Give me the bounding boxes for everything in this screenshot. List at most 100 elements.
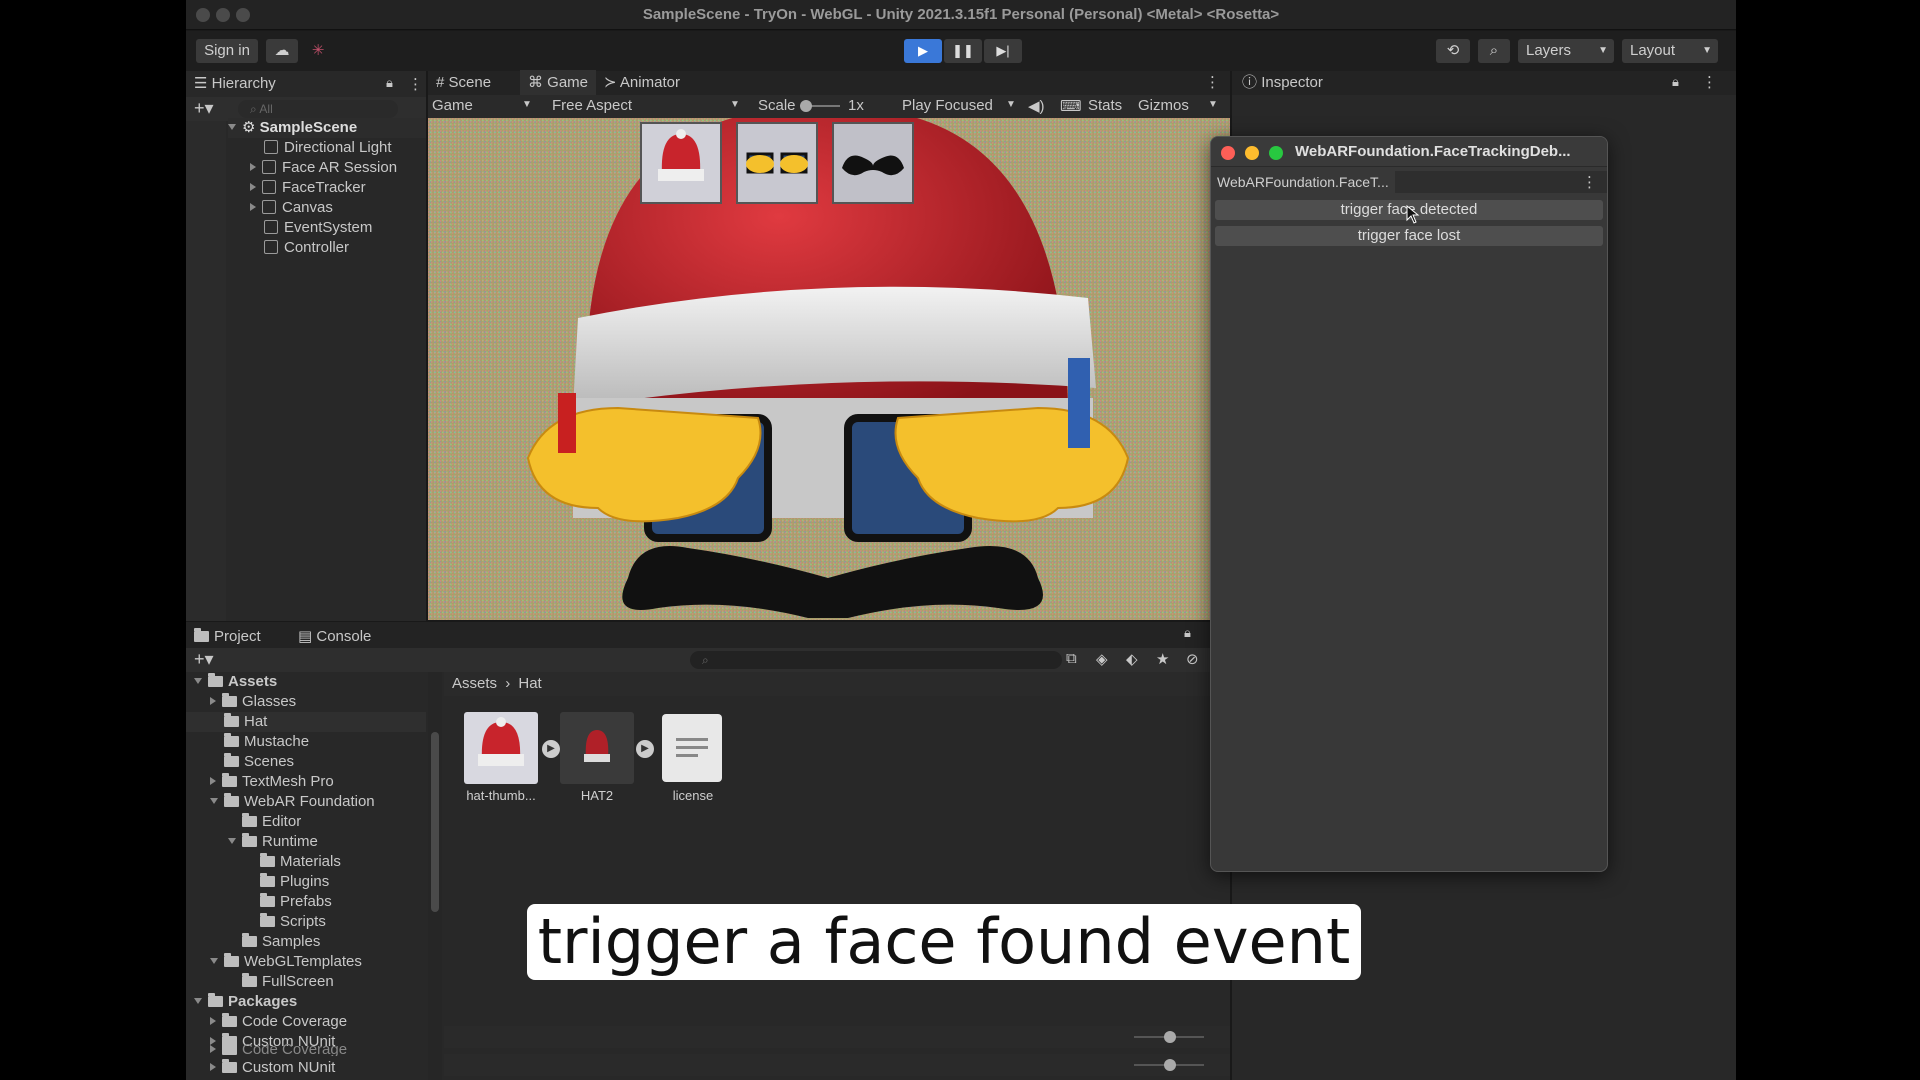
- tab-inspector[interactable]: ⓘ Inspector: [1242, 70, 1323, 96]
- folder-icon: [224, 753, 239, 767]
- more-icon[interactable]: ⋮: [1205, 73, 1220, 91]
- filter-label-icon[interactable]: ◈: [1096, 650, 1108, 668]
- tree-item-webar[interactable]: WebAR Foundation: [210, 792, 375, 812]
- dialog-tab[interactable]: WebARFoundation.FaceT...: [1211, 171, 1395, 193]
- play-preview-icon[interactable]: ▶: [636, 740, 654, 758]
- tree-item-plugins[interactable]: Plugins: [260, 872, 329, 892]
- display-dropdown[interactable]: Game: [432, 97, 473, 114]
- tab-hierarchy[interactable]: ☰ Hierarchy: [194, 71, 276, 97]
- pause-button[interactable]: ❚❚: [944, 39, 982, 63]
- tree-scrollbar-thumb[interactable]: [431, 732, 439, 912]
- game-view[interactable]: [428, 118, 1230, 620]
- tree-item-hat[interactable]: Hat: [186, 712, 426, 732]
- sign-in-button[interactable]: Sign in: [196, 39, 258, 63]
- tree-item-codecoverage[interactable]: Code Coverage: [210, 1012, 347, 1032]
- folder-icon: [224, 793, 239, 807]
- search-button[interactable]: ⌕: [1478, 39, 1510, 63]
- expand-icon: [210, 1017, 216, 1025]
- tree-item-mustache[interactable]: Mustache: [224, 732, 309, 752]
- layers-dropdown[interactable]: Layers ▼: [1518, 39, 1614, 63]
- tree-item-samples[interactable]: Samples: [242, 932, 320, 952]
- project-panel: Project ▤ Console 🔒︎ +▾ ⌕ ⧉ ◈ ⬖ ★ ⊘ Asse…: [186, 622, 1230, 1080]
- hat-thumbnail-button[interactable]: [640, 122, 722, 204]
- tab-scene[interactable]: # Scene: [436, 70, 491, 96]
- tab-console[interactable]: ▤ Console: [298, 624, 371, 650]
- hierarchy-search-input[interactable]: ⌕ All: [238, 100, 398, 118]
- list-item[interactable]: FaceTracker: [250, 178, 366, 198]
- expand-icon: [228, 124, 236, 130]
- filter-type-icon[interactable]: ⧉: [1066, 650, 1077, 667]
- list-item[interactable]: Face AR Session: [250, 158, 397, 178]
- tree-item-editor[interactable]: Editor: [242, 812, 301, 832]
- layout-dropdown[interactable]: Layout ▼: [1622, 39, 1718, 63]
- hidden-icon[interactable]: ⊘: [1186, 650, 1199, 668]
- zoom-slider-handle[interactable]: [1164, 1031, 1176, 1043]
- trigger-face-lost-button[interactable]: trigger face lost: [1215, 226, 1603, 246]
- tree-item-webgltemplates[interactable]: WebGLTemplates: [210, 952, 362, 972]
- breadcrumb-hat[interactable]: Hat: [518, 675, 541, 692]
- list-item[interactable]: Controller: [264, 238, 349, 258]
- asset-hat2[interactable]: [560, 712, 634, 784]
- more-icon[interactable]: ⋮: [1702, 73, 1717, 91]
- glasses-thumbnail-button[interactable]: [736, 122, 818, 204]
- item-label: Directional Light: [284, 139, 392, 156]
- layers-label: Layers: [1526, 42, 1572, 59]
- tree-item-textmesh[interactable]: TextMesh Pro: [210, 772, 334, 792]
- project-search-input[interactable]: ⌕: [690, 651, 1062, 669]
- tree-label: Packages: [228, 993, 298, 1010]
- lock-icon[interactable]: 🔒︎: [1184, 625, 1191, 641]
- history-button[interactable]: ⟲: [1436, 39, 1470, 63]
- list-item[interactable]: Canvas: [250, 198, 333, 218]
- tab-animator[interactable]: ≻ Animator: [604, 70, 680, 96]
- zoom-window-button[interactable]: [1269, 146, 1283, 160]
- expand-icon: [210, 1063, 216, 1071]
- tree-item-assets[interactable]: Assets: [194, 672, 277, 692]
- tree-item-runtime[interactable]: Runtime: [228, 832, 318, 852]
- gizmos-button[interactable]: Gizmos: [1138, 97, 1189, 114]
- tree-item-customnunit-dup[interactable]: Custom NUnit: [210, 1058, 335, 1078]
- chevron-down-icon: ▼: [730, 99, 740, 110]
- tree-scrollbar[interactable]: [428, 672, 442, 1080]
- list-item[interactable]: Directional Light: [264, 138, 392, 158]
- play-preview-icon[interactable]: ▶: [542, 740, 560, 758]
- lock-icon[interactable]: 🔒︎: [386, 75, 393, 91]
- more-icon[interactable]: ⋮: [1582, 173, 1597, 191]
- more-icon[interactable]: ⋮: [408, 75, 423, 93]
- keyboard-icon[interactable]: ⌨: [1060, 97, 1082, 115]
- collab-button[interactable]: ✳: [304, 39, 332, 63]
- star-icon[interactable]: ★: [1156, 650, 1169, 668]
- audio-icon[interactable]: ◀): [1028, 97, 1045, 115]
- play-button[interactable]: ▶: [904, 39, 942, 63]
- asset-license[interactable]: [656, 712, 730, 784]
- zoom-slider-handle[interactable]: [1164, 1059, 1176, 1071]
- asset-hat-thumb[interactable]: [464, 712, 538, 784]
- tree-item-scripts[interactable]: Scripts: [260, 912, 326, 932]
- tree-item-materials[interactable]: Materials: [260, 852, 341, 872]
- cloud-button[interactable]: ☁: [266, 39, 298, 63]
- add-icon[interactable]: +▾: [194, 649, 214, 670]
- tree-item-packages[interactable]: Packages: [194, 992, 297, 1012]
- unity-scene-icon: ⚙: [242, 119, 256, 136]
- stats-button[interactable]: Stats: [1088, 97, 1122, 114]
- minimize-window-button[interactable]: [1245, 146, 1259, 160]
- tree-item-fullscreen[interactable]: FullScreen: [242, 972, 334, 992]
- list-item[interactable]: EventSystem: [264, 218, 372, 238]
- tree-item-prefabs[interactable]: Prefabs: [260, 892, 332, 912]
- lock-icon[interactable]: 🔒︎: [1672, 74, 1679, 90]
- step-button[interactable]: ▶|: [984, 39, 1022, 63]
- aspect-dropdown[interactable]: Free Aspect: [552, 97, 632, 114]
- mustache-thumbnail-button[interactable]: [832, 122, 914, 204]
- breadcrumb-assets[interactable]: Assets: [452, 675, 497, 692]
- tab-game[interactable]: ⌘ Game: [520, 70, 597, 96]
- scale-slider-handle[interactable]: [800, 100, 812, 112]
- folder-icon: [208, 673, 223, 687]
- list-item[interactable]: ⚙ SampleScene: [228, 118, 426, 138]
- tree-item-glasses[interactable]: Glasses: [210, 692, 296, 712]
- tab-project[interactable]: Project: [194, 624, 261, 650]
- play-mode-dropdown[interactable]: Play Focused: [902, 97, 993, 114]
- tree-item-scenes[interactable]: Scenes: [224, 752, 294, 772]
- add-icon[interactable]: +▾: [194, 98, 214, 119]
- tag-icon[interactable]: ⬖: [1126, 650, 1138, 668]
- tree-label: Code Coverage: [242, 1044, 348, 1056]
- close-window-button[interactable]: [1221, 146, 1235, 160]
